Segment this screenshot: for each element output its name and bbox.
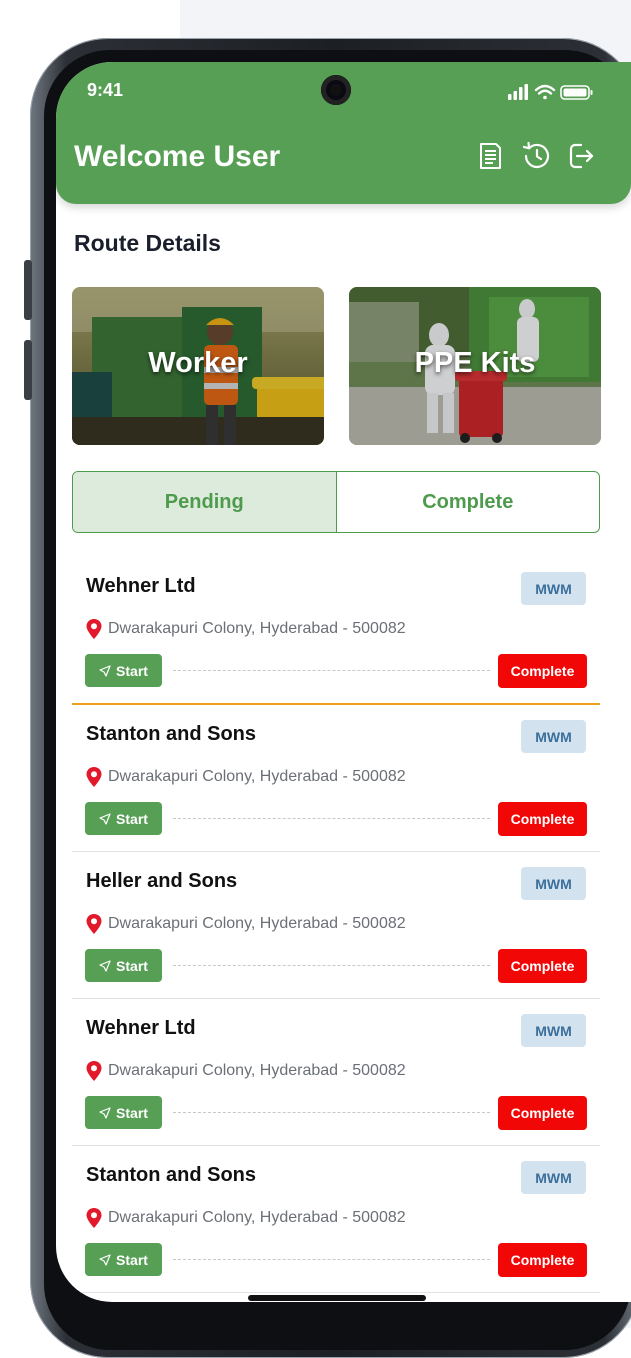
item-name: Wehner Ltd xyxy=(86,1017,196,1039)
route-list: Wehner Ltd MWM Dwarakapuri Colony, Hyder… xyxy=(72,557,600,1293)
start-button[interactable]: Start xyxy=(85,802,162,835)
location-pin-icon xyxy=(86,914,102,934)
item-address-row: Dwarakapuri Colony, Hyderabad - 500082 xyxy=(86,914,406,934)
location-pin-icon xyxy=(86,1208,102,1228)
wifi-icon xyxy=(534,84,556,100)
ppe-kits-card-label: PPE Kits xyxy=(414,347,536,379)
location-pin-icon xyxy=(86,1061,102,1081)
start-button[interactable]: Start xyxy=(85,949,162,982)
start-button[interactable]: Start xyxy=(85,1096,162,1129)
start-button-label: Start xyxy=(116,957,148,974)
item-address: Dwarakapuri Colony, Hyderabad - 500082 xyxy=(108,768,406,785)
send-icon xyxy=(99,1253,111,1266)
send-icon xyxy=(99,1106,111,1119)
battery-icon xyxy=(560,85,593,100)
item-name: Heller and Sons xyxy=(86,870,238,892)
history-icon[interactable] xyxy=(520,140,552,172)
start-button-label: Start xyxy=(116,1251,148,1268)
item-address: Dwarakapuri Colony, Hyderabad - 500082 xyxy=(108,915,406,932)
item-badge: MWM xyxy=(521,1014,586,1047)
location-pin-icon xyxy=(86,619,102,639)
logout-icon[interactable] xyxy=(564,140,596,172)
send-icon xyxy=(99,664,111,677)
start-button-label: Start xyxy=(116,662,148,679)
complete-button[interactable]: Complete xyxy=(498,949,587,983)
send-icon xyxy=(99,959,111,972)
dashed-divider xyxy=(173,1259,490,1260)
welcome-title: Welcome User xyxy=(74,140,281,173)
status-icons xyxy=(508,82,598,102)
dashed-divider xyxy=(173,1112,490,1113)
start-button[interactable]: Start xyxy=(85,1243,162,1276)
home-indicator[interactable] xyxy=(248,1295,426,1301)
item-badge: MWM xyxy=(521,867,586,900)
item-address-row: Dwarakapuri Colony, Hyderabad - 500082 xyxy=(86,767,406,787)
item-name: Stanton and Sons xyxy=(86,1164,256,1186)
send-icon xyxy=(99,812,111,825)
volume-button xyxy=(24,340,32,400)
start-button-label: Start xyxy=(116,810,148,827)
tab-complete[interactable]: Complete xyxy=(337,472,600,532)
item-address: Dwarakapuri Colony, Hyderabad - 500082 xyxy=(108,620,406,637)
item-address-row: Dwarakapuri Colony, Hyderabad - 500082 xyxy=(86,1208,406,1228)
item-name: Wehner Ltd xyxy=(86,575,196,597)
location-pin-icon xyxy=(86,767,102,787)
list-item[interactable]: Wehner Ltd MWM Dwarakapuri Colony, Hyder… xyxy=(72,557,600,705)
worker-card[interactable]: Worker xyxy=(72,287,324,445)
signal-icon xyxy=(508,84,528,100)
tab-pending[interactable]: Pending xyxy=(73,472,337,532)
complete-button[interactable]: Complete xyxy=(498,802,587,836)
item-badge: MWM xyxy=(521,720,586,753)
item-address: Dwarakapuri Colony, Hyderabad - 500082 xyxy=(108,1209,406,1226)
list-item[interactable]: Stanton and Sons MWM Dwarakapuri Colony,… xyxy=(72,705,600,852)
item-address-row: Dwarakapuri Colony, Hyderabad - 500082 xyxy=(86,1061,406,1081)
complete-button[interactable]: Complete xyxy=(498,1243,587,1277)
dashed-divider xyxy=(173,818,490,819)
notes-icon[interactable] xyxy=(474,140,506,172)
ppe-kits-card[interactable]: PPE Kits xyxy=(349,287,601,445)
front-camera xyxy=(321,75,351,105)
volume-button xyxy=(24,260,32,320)
complete-button[interactable]: Complete xyxy=(498,654,587,688)
status-tabs: Pending Complete xyxy=(72,471,600,533)
start-button-label: Start xyxy=(116,1104,148,1121)
list-item[interactable]: Wehner Ltd MWM Dwarakapuri Colony, Hyder… xyxy=(72,999,600,1146)
complete-button[interactable]: Complete xyxy=(498,1096,587,1130)
dashed-divider xyxy=(173,670,490,671)
app-header: 9:41 Welcome User xyxy=(56,62,631,204)
item-badge: MWM xyxy=(521,1161,586,1194)
item-badge: MWM xyxy=(521,572,586,605)
item-name: Stanton and Sons xyxy=(86,723,256,745)
item-address: Dwarakapuri Colony, Hyderabad - 500082 xyxy=(108,1062,406,1079)
dashed-divider xyxy=(173,965,490,966)
list-item[interactable]: Stanton and Sons MWM Dwarakapuri Colony,… xyxy=(72,1146,600,1293)
app-screen: 9:41 Welcome User Route Details Worker P… xyxy=(56,62,631,1302)
list-item[interactable]: Heller and Sons MWM Dwarakapuri Colony, … xyxy=(72,852,600,999)
worker-card-label: Worker xyxy=(148,347,248,379)
item-address-row: Dwarakapuri Colony, Hyderabad - 500082 xyxy=(86,619,406,639)
start-button[interactable]: Start xyxy=(85,654,162,687)
route-details-title: Route Details xyxy=(74,230,221,256)
status-time: 9:41 xyxy=(87,80,124,100)
